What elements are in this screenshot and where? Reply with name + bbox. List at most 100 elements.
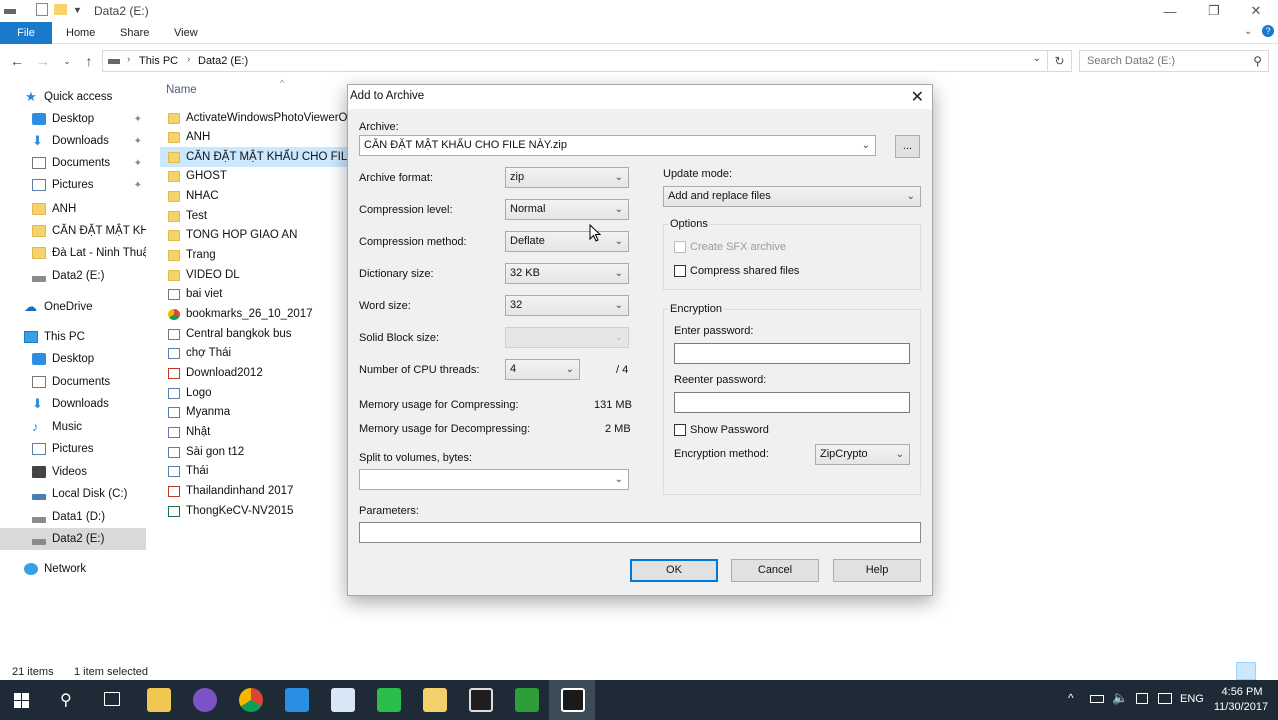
tab-home[interactable]: Home	[54, 22, 107, 44]
breadcrumb-data2[interactable]: Data2 (E:)	[198, 55, 248, 67]
nav-pc-documents[interactable]: Documents	[32, 371, 146, 393]
split-volumes-combo[interactable]: ⌄	[359, 469, 629, 490]
nav-pictures[interactable]: Pictures ✦	[32, 174, 146, 196]
language-indicator[interactable]: ENG	[1180, 693, 1204, 705]
nav-pc-music[interactable]: ♪ Music	[32, 416, 146, 438]
nav-da-lat[interactable]: Đà Lat - Ninh Thuận	[32, 242, 146, 264]
viber-icon[interactable]	[193, 688, 217, 712]
nav-pc-desktop[interactable]: Desktop	[32, 348, 146, 370]
chevron-down-icon[interactable]: ⌄	[615, 470, 623, 489]
chevron-up-icon[interactable]: ^	[1068, 691, 1074, 705]
refresh-button[interactable]: ↻	[1048, 50, 1072, 72]
word-size-select[interactable]: 32 ⌄	[505, 295, 629, 316]
tab-share[interactable]: Share	[108, 22, 161, 44]
chevron-down-icon[interactable]: ⌄	[862, 136, 870, 155]
7zip-icon[interactable]	[561, 688, 585, 712]
file-item[interactable]: Thái	[160, 461, 350, 481]
close-icon[interactable]: ✕	[911, 87, 924, 107]
file-explorer-icon[interactable]	[147, 688, 171, 712]
update-mode-select[interactable]: Add and replace files ⌄	[663, 186, 921, 207]
password-field[interactable]	[674, 343, 910, 364]
folder-icon[interactable]	[423, 688, 447, 712]
recent-locations-icon[interactable]: ⌄	[58, 52, 76, 70]
file-item[interactable]: TONG HOP GIAO AN	[160, 225, 350, 245]
file-item[interactable]: chợ Thái	[160, 343, 350, 363]
nav-onedrive[interactable]: ☁ OneDrive	[24, 296, 146, 318]
camtasia-icon[interactable]	[469, 688, 493, 712]
word-icon[interactable]	[285, 688, 309, 712]
nav-pc-downloads[interactable]: ⬇ Downloads	[32, 393, 146, 415]
file-item[interactable]: bookmarks_26_10_2017	[160, 304, 350, 324]
parameters-field[interactable]	[359, 522, 921, 543]
nav-data1-d[interactable]: Data1 (D:)	[32, 506, 146, 528]
nav-data2-e[interactable]: Data2 (E:)	[0, 528, 146, 550]
up-arrow-icon[interactable]: ↑	[80, 52, 98, 70]
chevron-down-icon[interactable]: ⌄	[1033, 53, 1041, 64]
file-item[interactable]: Test	[160, 206, 350, 226]
archive-format-select[interactable]: zip ⌄	[505, 167, 629, 188]
nav-desktop[interactable]: Desktop ✦	[32, 108, 146, 130]
chevron-down-icon[interactable]: ▼	[73, 5, 82, 15]
file-item[interactable]: VIDEO DL	[160, 265, 350, 285]
pin-icon[interactable]: ✦	[134, 180, 142, 191]
nav-data2-quick[interactable]: Data2 (E:)	[32, 265, 146, 287]
nav-local-disk-c[interactable]: Local Disk (C:)	[32, 483, 146, 505]
file-item[interactable]: Myanma	[160, 402, 350, 422]
create-sfx-checkbox[interactable]: Create SFX archive	[674, 241, 786, 253]
volume-icon[interactable]: 🔈	[1112, 690, 1128, 706]
file-item-selected[interactable]: CĂN ĐẶT MẬT KHẨU CHO FILE	[160, 147, 350, 167]
dictionary-size-select[interactable]: 32 KB ⌄	[505, 263, 629, 284]
file-item[interactable]: Download2012	[160, 363, 350, 383]
tab-file[interactable]: File	[0, 22, 52, 44]
nav-downloads[interactable]: ⬇ Downloads ✦	[32, 130, 146, 152]
ok-button[interactable]: OK	[630, 559, 718, 582]
nav-pc-pictures[interactable]: Pictures	[32, 438, 146, 460]
ribbon-expand-icon[interactable]: ⌄	[1244, 26, 1252, 37]
pin-icon[interactable]: ✦	[134, 136, 142, 147]
compress-shared-checkbox[interactable]: Compress shared files	[674, 265, 799, 277]
restore-button[interactable]: ❐	[1192, 0, 1236, 22]
camtasia-recorder-icon[interactable]	[515, 688, 539, 712]
nav-anh[interactable]: ANH	[32, 198, 146, 220]
file-item[interactable]: Sài gon t12	[160, 442, 350, 462]
new-folder-icon[interactable]	[54, 4, 67, 15]
file-item[interactable]: Central bangkok bus	[160, 324, 350, 344]
minimize-button[interactable]: —	[1148, 0, 1192, 22]
pin-icon[interactable]: ✦	[134, 114, 142, 125]
windows-start-icon[interactable]	[14, 693, 29, 708]
nav-can-dat-mat-khau[interactable]: CĂN ĐẶT MẬT KHẨU	[32, 220, 146, 242]
clock-time[interactable]: 4:56 PM	[1214, 686, 1270, 698]
properties-icon[interactable]	[36, 3, 48, 16]
back-arrow-icon[interactable]: ←	[8, 52, 26, 70]
file-item[interactable]: bai viet	[160, 284, 350, 304]
network-icon[interactable]	[1136, 693, 1148, 704]
address-bar[interactable]: › This PC › Data2 (E:) ⌄	[102, 50, 1048, 72]
search-icon[interactable]: ⚲	[60, 690, 72, 710]
nav-network[interactable]: Network	[24, 558, 146, 580]
solid-block-size-select[interactable]: ⌄	[505, 327, 629, 348]
compression-method-select[interactable]: Deflate ⌄	[505, 231, 629, 252]
cancel-button[interactable]: Cancel	[731, 559, 819, 582]
file-item[interactable]: Nhật	[160, 422, 350, 442]
spreadsheet-icon[interactable]	[377, 688, 401, 712]
tab-view[interactable]: View	[162, 22, 210, 44]
nav-quick-access[interactable]: ★ Quick access	[24, 86, 170, 108]
file-item[interactable]: GHOST	[160, 166, 350, 186]
file-item[interactable]: ThongKeCV-NV2015	[160, 501, 350, 521]
chrome-icon[interactable]	[239, 688, 263, 712]
show-password-checkbox[interactable]: Show Password	[674, 424, 769, 436]
file-item[interactable]: ActivateWindowsPhotoViewerOn	[160, 108, 350, 128]
file-item[interactable]: Thailandinhand 2017	[160, 481, 350, 501]
app-icon[interactable]	[331, 688, 355, 712]
search-box[interactable]: ⚲	[1079, 50, 1269, 72]
task-view-icon[interactable]	[104, 692, 120, 706]
battery-icon[interactable]	[1090, 695, 1104, 703]
file-item[interactable]: ANH	[160, 127, 350, 147]
reenter-password-field[interactable]	[674, 392, 910, 413]
pin-icon[interactable]: ✦	[134, 158, 142, 169]
close-window-button[interactable]: ✕	[1234, 0, 1278, 22]
details-view-icon[interactable]	[1236, 662, 1256, 680]
large-icons-view-icon[interactable]	[1256, 662, 1276, 680]
nav-this-pc[interactable]: This PC	[24, 326, 146, 348]
search-input[interactable]	[1080, 51, 1240, 71]
